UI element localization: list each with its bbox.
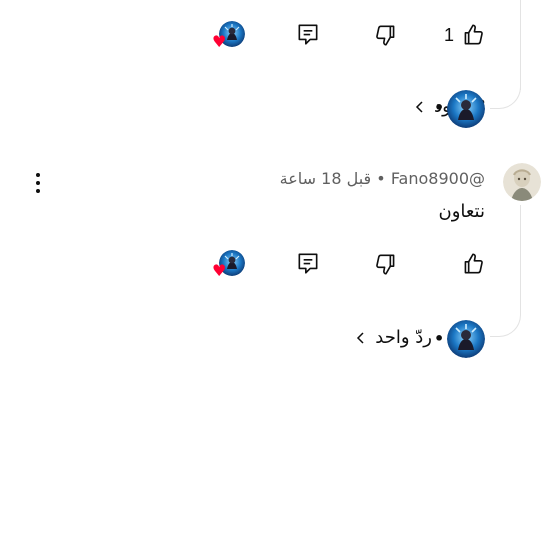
replier-avatar-2[interactable] xyxy=(447,320,485,358)
chevron-left-icon xyxy=(412,99,428,115)
thumb-down-icon[interactable] xyxy=(371,20,401,50)
comment-text: نتعاون xyxy=(438,201,485,222)
replies-label: ردّ واحد xyxy=(375,327,432,348)
comment-author[interactable]: @Fano8900 xyxy=(391,169,485,188)
heart-icon: ♥ xyxy=(212,32,227,51)
reply-comment-icon[interactable] xyxy=(293,19,323,49)
reply-comment-icon[interactable] xyxy=(293,248,323,278)
replies-separator-2: • xyxy=(434,329,445,348)
comment-time: قبل 18 ساعة xyxy=(279,169,372,188)
comment-meta: @Fano8900 • قبل 18 ساعة xyxy=(280,169,485,188)
thread-curve-top xyxy=(490,70,521,109)
view-replies-link-2[interactable]: ردّ واحد xyxy=(353,327,432,348)
meta-separator: • xyxy=(376,169,386,188)
like-count: 1 xyxy=(444,25,455,45)
thumb-up-icon[interactable] xyxy=(458,249,488,279)
replier-avatar-1[interactable] xyxy=(447,90,485,128)
thumb-down-icon[interactable] xyxy=(371,249,401,279)
chevron-left-icon xyxy=(353,330,369,346)
heart-icon: ♥ xyxy=(212,261,227,280)
comment-author-avatar[interactable] xyxy=(503,163,541,201)
replies-separator-1: • xyxy=(434,98,445,117)
more-vertical-icon[interactable] xyxy=(26,168,50,198)
thread-curve-comment xyxy=(490,290,521,337)
thumb-up-icon[interactable] xyxy=(458,20,488,50)
